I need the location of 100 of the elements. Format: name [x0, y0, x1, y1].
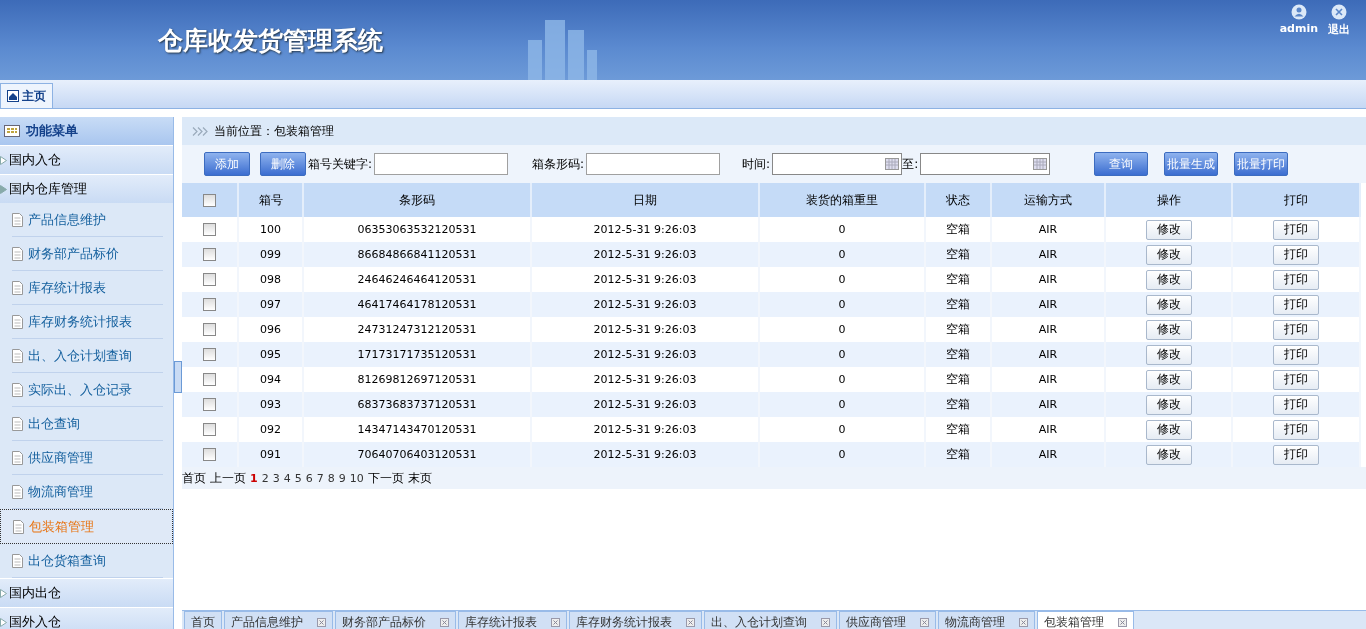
page-link[interactable]: 7	[316, 471, 324, 485]
menu-item[interactable]: 财务部产品标价	[12, 237, 163, 271]
table-cell: 0	[759, 242, 925, 267]
page-tab[interactable]: 首页	[184, 611, 222, 629]
close-icon[interactable]	[440, 618, 449, 627]
menu-item[interactable]: 库存统计报表	[12, 271, 163, 305]
row-checkbox[interactable]	[203, 323, 216, 337]
print-button[interactable]: 打印	[1273, 294, 1319, 315]
menu-item[interactable]: 库存财务统计报表	[12, 305, 163, 339]
column-header: 状态	[925, 183, 991, 217]
page-tab[interactable]: 包装箱管理	[1037, 611, 1134, 629]
close-icon[interactable]	[1118, 618, 1127, 627]
row-checkbox[interactable]	[203, 398, 216, 412]
page-link[interactable]: 5	[294, 471, 302, 485]
page-link[interactable]: 3	[272, 471, 280, 485]
page-link[interactable]: 8	[327, 471, 335, 485]
print-button[interactable]: 打印	[1273, 269, 1319, 290]
menu-group[interactable]: 国内出仓	[0, 578, 173, 607]
close-icon[interactable]	[686, 618, 695, 627]
close-icon[interactable]	[920, 618, 929, 627]
edit-button[interactable]: 修改	[1145, 319, 1192, 340]
page-tab[interactable]: 库存统计报表	[458, 611, 567, 629]
menu-group[interactable]: 国内入仓	[0, 145, 173, 174]
page-link[interactable]: 4	[283, 471, 291, 485]
edit-button[interactable]: 修改	[1145, 419, 1192, 440]
table-cell: 2012-5-31 9:26:03	[531, 342, 759, 367]
next-page-link[interactable]: 下一页	[367, 469, 404, 487]
edit-button[interactable]: 修改	[1145, 269, 1192, 290]
page-link[interactable]: 2	[261, 471, 269, 485]
page-link[interactable]: 1	[250, 471, 258, 485]
page-tab[interactable]: 财务部产品标价	[335, 611, 456, 629]
page-tab[interactable]: 产品信息维护	[224, 611, 333, 629]
row-checkbox[interactable]	[203, 273, 216, 287]
print-button[interactable]: 打印	[1273, 369, 1319, 390]
menu-group[interactable]: 国内仓库管理	[0, 174, 173, 203]
table-cell: 0	[759, 392, 925, 417]
table-cell: AIR	[991, 442, 1105, 467]
page-tab[interactable]: 出、入仓计划查询	[704, 611, 837, 629]
close-icon[interactable]	[551, 618, 560, 627]
page-tab[interactable]: 物流商管理	[938, 611, 1035, 629]
home-tab[interactable]: 主页	[0, 83, 53, 108]
print-button[interactable]: 打印	[1273, 219, 1319, 240]
row-checkbox[interactable]	[203, 348, 216, 362]
table-cell: 091	[238, 442, 303, 467]
row-checkbox[interactable]	[203, 423, 216, 437]
keyword-label: 箱号关键字:	[308, 155, 373, 173]
tab-label: 供应商管理	[846, 614, 906, 629]
print-button[interactable]: 打印	[1273, 419, 1319, 440]
close-icon[interactable]	[317, 618, 326, 627]
row-checkbox[interactable]	[203, 448, 216, 462]
document-icon	[12, 450, 23, 465]
close-icon[interactable]	[1331, 4, 1347, 20]
table-cell: 86684866841120531	[303, 242, 531, 267]
prev-page-link[interactable]: 上一页	[210, 469, 246, 487]
start-date-field[interactable]	[772, 153, 903, 175]
menu-item[interactable]: 出仓查询	[12, 407, 163, 441]
calendar-icon[interactable]	[885, 158, 900, 170]
edit-button[interactable]: 修改	[1145, 244, 1192, 265]
menu-item[interactable]: 供应商管理	[12, 441, 163, 475]
print-button[interactable]: 打印	[1273, 244, 1319, 265]
page-tab[interactable]: 供应商管理	[839, 611, 936, 629]
barcode-field[interactable]	[586, 153, 721, 175]
print-button[interactable]: 打印	[1273, 444, 1319, 465]
first-page-link[interactable]: 首页	[182, 469, 206, 487]
page-tab[interactable]: 库存财务统计报表	[569, 611, 702, 629]
row-checkbox[interactable]	[203, 373, 216, 387]
column-header: 运输方式	[991, 183, 1105, 217]
page-link[interactable]: 9	[338, 471, 346, 485]
edit-button[interactable]: 修改	[1145, 294, 1192, 315]
edit-button[interactable]: 修改	[1145, 369, 1192, 390]
edit-button[interactable]: 修改	[1145, 444, 1192, 465]
print-button[interactable]: 打印	[1273, 394, 1319, 415]
select-all-checkbox[interactable]	[203, 194, 216, 207]
close-icon[interactable]	[1019, 618, 1028, 627]
end-date-field[interactable]	[920, 153, 1051, 175]
page-link[interactable]: 10	[349, 471, 364, 485]
keyword-field[interactable]	[374, 153, 509, 175]
print-button[interactable]: 打印	[1273, 344, 1319, 365]
menu-item[interactable]: 实际出、入仓记录	[12, 373, 163, 407]
table-cell: 095	[238, 342, 303, 367]
home-icon	[7, 90, 19, 102]
collapse-handle[interactable]	[174, 361, 182, 393]
row-checkbox[interactable]	[203, 248, 216, 262]
print-button[interactable]: 打印	[1273, 319, 1319, 340]
last-page-link[interactable]: 末页	[407, 469, 432, 487]
menu-group[interactable]: 国外入仓	[0, 607, 173, 629]
row-checkbox[interactable]	[203, 223, 216, 237]
edit-button[interactable]: 修改	[1145, 219, 1192, 240]
user-icon[interactable]	[1290, 4, 1307, 20]
menu-item[interactable]: 出、入仓计划查询	[12, 339, 163, 373]
calendar-icon[interactable]	[1033, 158, 1048, 170]
logout-link[interactable]: 退出	[1328, 22, 1350, 37]
row-checkbox[interactable]	[203, 298, 216, 312]
page-link[interactable]: 6	[305, 471, 313, 485]
menu-item[interactable]: 产品信息维护	[12, 203, 163, 237]
document-icon	[12, 246, 23, 261]
edit-button[interactable]: 修改	[1145, 344, 1192, 365]
close-icon[interactable]	[821, 618, 830, 627]
edit-button[interactable]: 修改	[1145, 394, 1192, 415]
table-cell: 68373683737120531	[303, 392, 531, 417]
